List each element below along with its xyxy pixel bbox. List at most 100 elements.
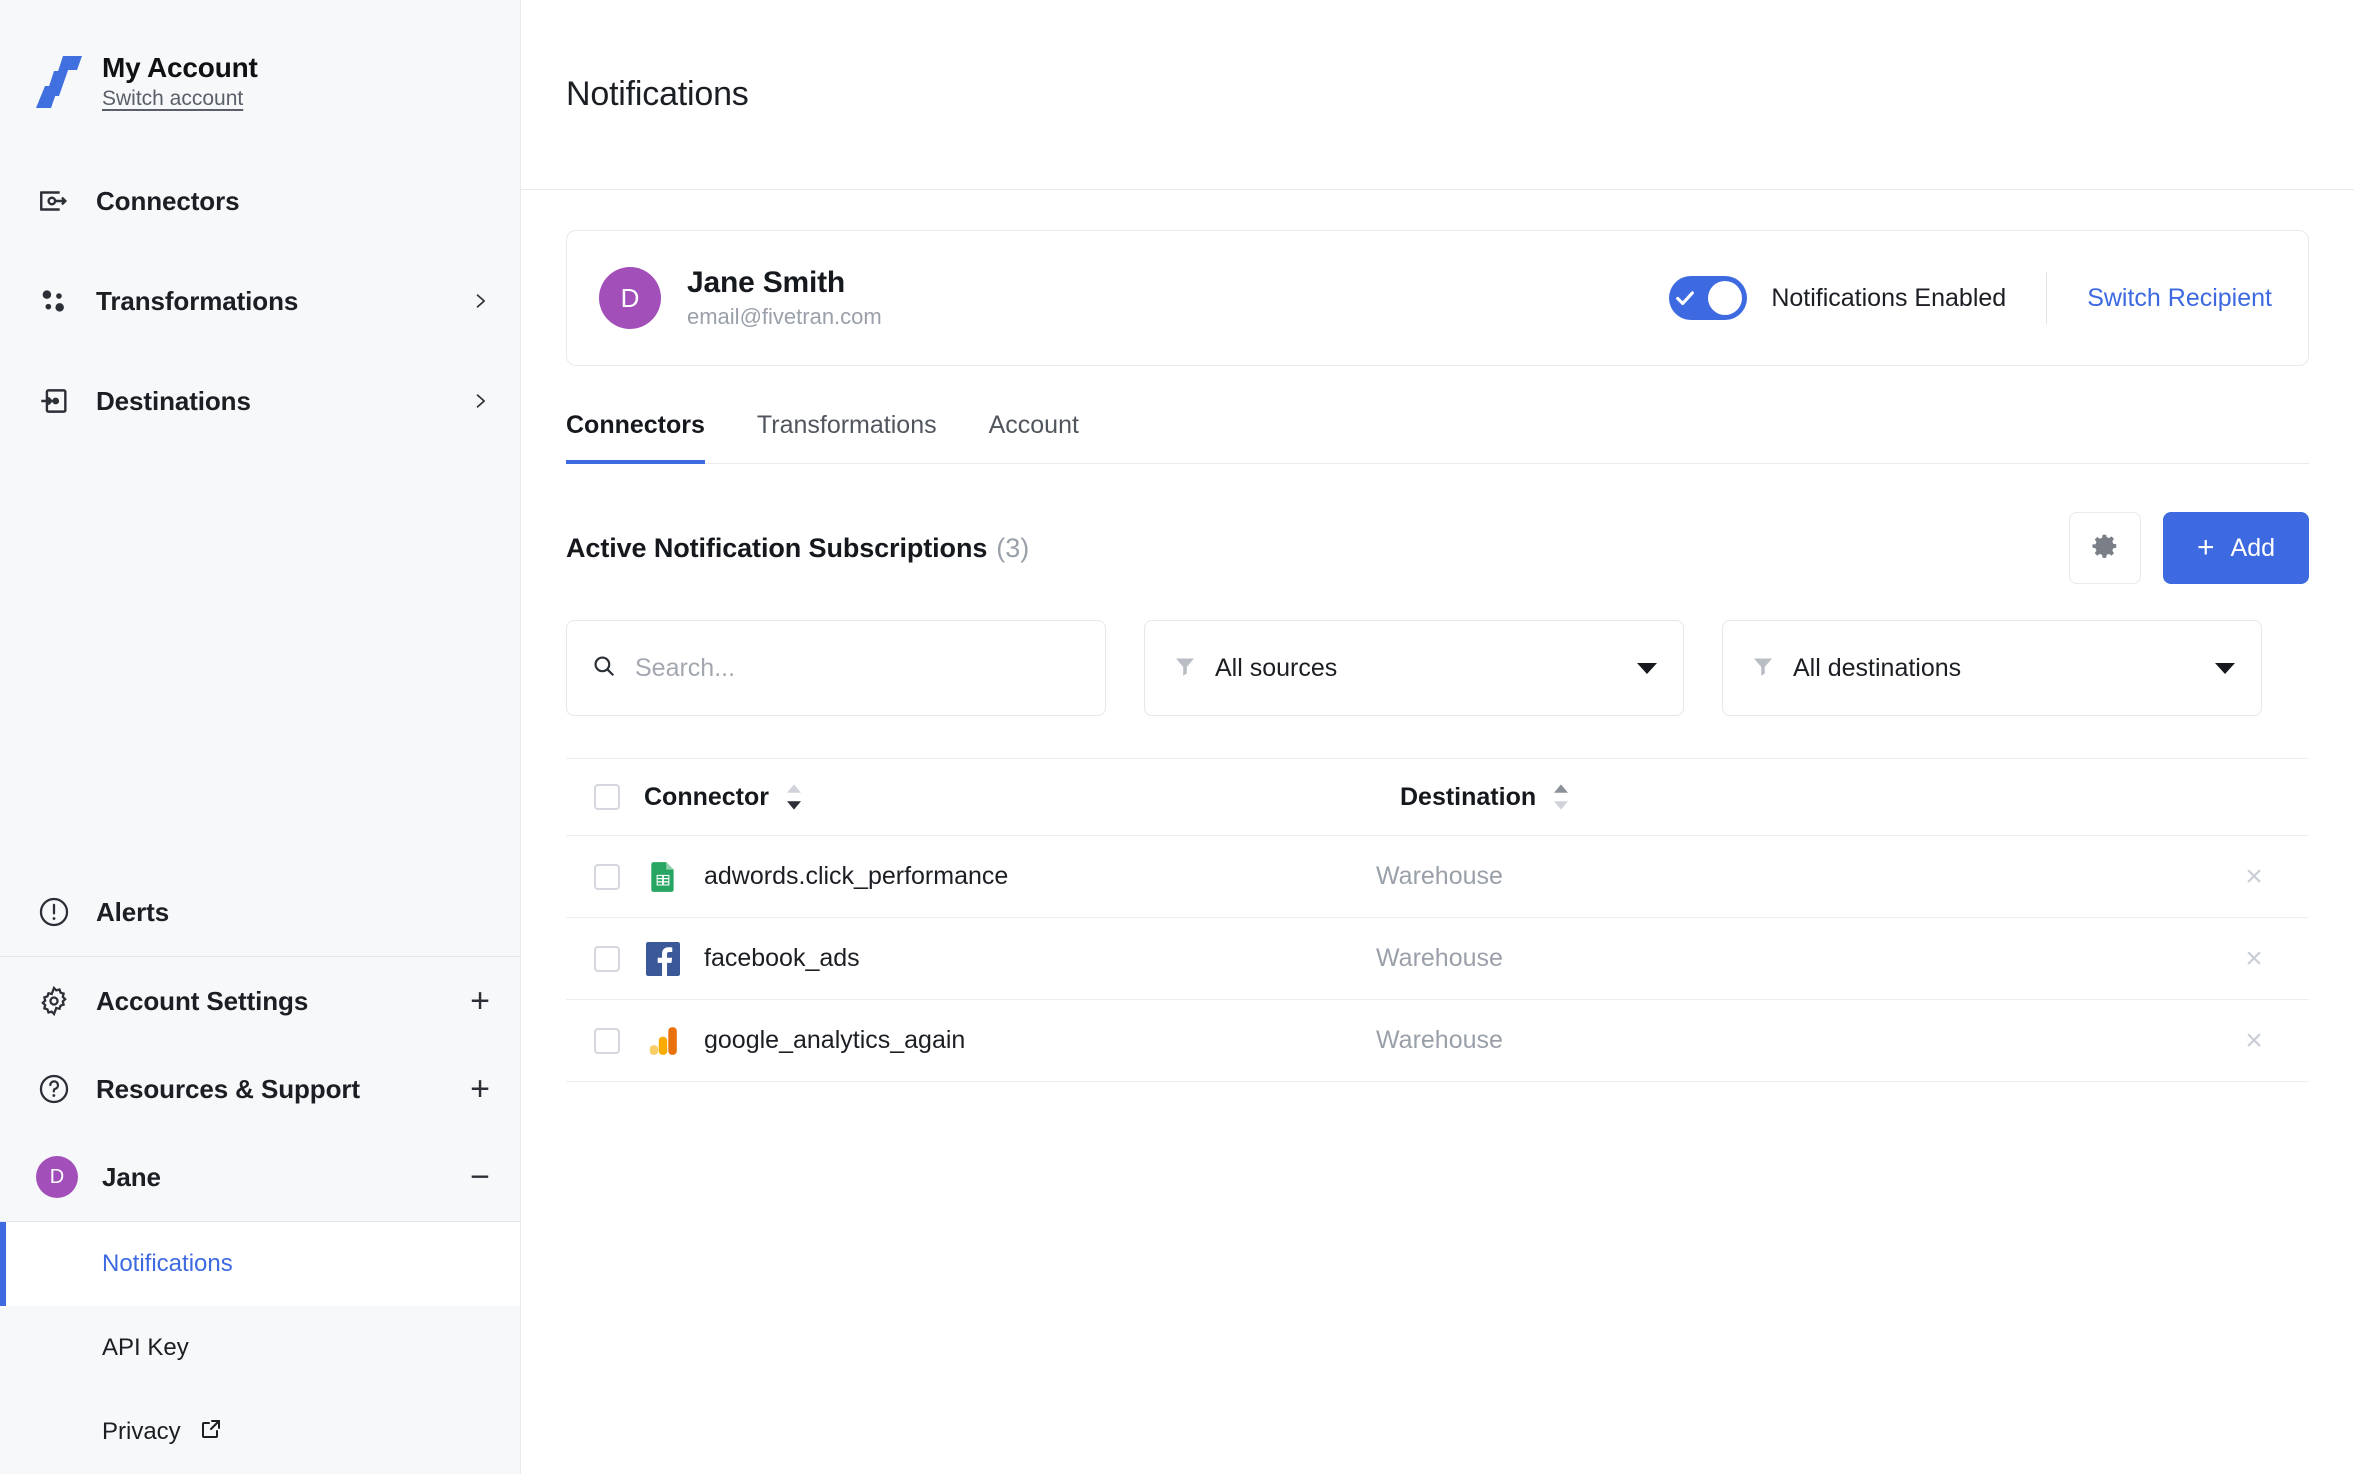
google-analytics-icon	[646, 1024, 680, 1058]
question-icon	[36, 1071, 72, 1107]
content-body: D Jane Smith email@fivetran.com Notifica…	[521, 190, 2354, 1082]
sidebar-item-destinations[interactable]: Destinations	[0, 351, 520, 451]
transformations-icon	[36, 283, 72, 319]
select-all-checkbox[interactable]	[594, 784, 620, 810]
page-header: Notifications	[521, 0, 2354, 190]
sidebar-item-transformations[interactable]: Transformations	[0, 251, 520, 351]
table-row[interactable]: google_analytics_again Warehouse ×	[566, 1000, 2309, 1082]
add-subscription-button[interactable]: + Add	[2162, 512, 2309, 584]
sort-destination-icon[interactable]	[1552, 783, 1570, 811]
gear-icon	[2090, 531, 2120, 566]
gear-icon	[36, 983, 72, 1019]
expand-plus-icon[interactable]: +	[470, 1072, 490, 1106]
sort-connector-icon[interactable]	[785, 783, 803, 811]
sidebar-item-account-settings[interactable]: Account Settings +	[0, 957, 520, 1045]
brand-block[interactable]: My Account Switch account	[0, 0, 520, 111]
page-title: Notifications	[566, 75, 749, 113]
avatar: D	[36, 1156, 78, 1198]
section-title: Active Notification Subscriptions	[566, 532, 988, 563]
account-title: My Account	[102, 52, 258, 83]
sidebar-item-privacy[interactable]: Privacy	[0, 1390, 520, 1474]
connectors-icon	[36, 183, 72, 219]
toggle-knob	[1708, 281, 1743, 315]
divider	[2046, 272, 2048, 324]
section-header: Active Notification Subscriptions (3) + …	[566, 512, 2309, 584]
remove-row-button[interactable]: ×	[2245, 1025, 2263, 1056]
add-button-label: Add	[2230, 533, 2275, 562]
remove-row-button[interactable]: ×	[2245, 943, 2263, 974]
expand-plus-icon[interactable]: +	[470, 984, 490, 1018]
google-sheets-icon	[646, 860, 680, 894]
recipient-card: D Jane Smith email@fivetran.com Notifica…	[566, 230, 2309, 366]
chevron-right-icon	[470, 391, 490, 411]
main-content: Notifications D Jane Smith email@fivetra…	[521, 0, 2354, 1474]
sidebar-label-api-key: API Key	[102, 1334, 189, 1361]
search-input[interactable]	[635, 653, 1081, 683]
tab-connectors[interactable]: Connectors	[566, 411, 705, 464]
switch-account-link[interactable]: Switch account	[102, 87, 258, 111]
sidebar-item-api-key[interactable]: API Key	[0, 1306, 520, 1390]
sidebar-item-jane[interactable]: D Jane −	[0, 1133, 520, 1221]
sidebar-item-resources-support[interactable]: Resources & Support +	[0, 1045, 520, 1133]
external-link-icon	[199, 1417, 223, 1448]
section-count: (3)	[996, 532, 1030, 563]
app-root: My Account Switch account Connectors Tra…	[0, 0, 2354, 1474]
row-checkbox[interactable]	[594, 1027, 620, 1054]
chevron-down-icon	[2215, 662, 2235, 674]
chevron-down-icon	[1637, 662, 1657, 674]
search-icon	[591, 653, 617, 684]
filter-bar: All sources All destinations	[566, 620, 2309, 716]
destination-name: Warehouse	[1376, 1026, 1503, 1054]
tab-transformations[interactable]: Transformations	[757, 411, 937, 464]
destination-name: Warehouse	[1376, 862, 1503, 890]
primary-nav: Connectors Transformations Destinations	[0, 151, 520, 451]
connector-name: adwords.click_performance	[704, 862, 1009, 890]
sidebar-item-alerts[interactable]: Alerts	[0, 868, 520, 956]
row-checkbox[interactable]	[594, 863, 620, 890]
sidebar-label-jane: Jane	[102, 1161, 161, 1192]
recipient-name: Jane Smith	[687, 266, 846, 299]
subscriptions-table: Connector Destination adwords.click_perf…	[566, 758, 2309, 1082]
filter-icon	[1173, 653, 1197, 684]
destinations-icon	[36, 383, 72, 419]
remove-row-button[interactable]: ×	[2245, 861, 2263, 892]
tab-bar: Connectors Transformations Account	[566, 410, 2309, 464]
secondary-nav: Alerts Account Settings + Resources & Su…	[0, 868, 520, 1474]
recipient-email: email@fivetran.com	[687, 304, 882, 329]
connector-name: google_analytics_again	[704, 1026, 966, 1054]
destinations-filter-label: All destinations	[1793, 653, 1962, 682]
sidebar-label-destinations: Destinations	[96, 385, 251, 416]
alert-icon	[36, 894, 72, 930]
chevron-right-icon	[470, 291, 490, 311]
sidebar-item-connectors[interactable]: Connectors	[0, 151, 520, 251]
facebook-icon	[646, 941, 680, 976]
sidebar-label-notifications: Notifications	[102, 1250, 233, 1277]
plus-icon: +	[2196, 531, 2215, 564]
search-box[interactable]	[566, 620, 1106, 716]
sidebar-label-alerts: Alerts	[96, 896, 170, 927]
sidebar-item-notifications[interactable]: Notifications	[0, 1222, 520, 1306]
table-row[interactable]: facebook_ads Warehouse ×	[566, 918, 2309, 1000]
sidebar-label-resources-support: Resources & Support	[96, 1073, 360, 1104]
collapse-minus-icon[interactable]: −	[470, 1160, 490, 1194]
sources-filter-select[interactable]: All sources	[1144, 620, 1684, 716]
notifications-toggle[interactable]	[1669, 276, 1748, 320]
sidebar-label-privacy: Privacy	[102, 1418, 181, 1445]
sources-filter-label: All sources	[1215, 653, 1338, 682]
destinations-filter-select[interactable]: All destinations	[1722, 620, 2262, 716]
switch-recipient-link[interactable]: Switch Recipient	[2087, 284, 2272, 313]
sidebar-label-transformations: Transformations	[96, 285, 299, 316]
sidebar-label-connectors: Connectors	[96, 185, 240, 216]
jane-subnav: Notifications API Key Privacy	[0, 1222, 520, 1474]
table-row[interactable]: adwords.click_performance Warehouse ×	[566, 836, 2309, 918]
filter-icon	[1751, 653, 1775, 684]
check-icon	[1674, 287, 1696, 309]
sidebar-label-account-settings: Account Settings	[96, 985, 309, 1016]
column-header-destination: Destination	[1400, 782, 1537, 811]
row-checkbox[interactable]	[594, 945, 620, 972]
destination-name: Warehouse	[1376, 944, 1503, 972]
sidebar-filler	[0, 451, 520, 868]
settings-gear-button[interactable]	[2068, 512, 2141, 584]
column-header-connector: Connector	[644, 782, 769, 811]
tab-account[interactable]: Account	[989, 411, 1079, 464]
